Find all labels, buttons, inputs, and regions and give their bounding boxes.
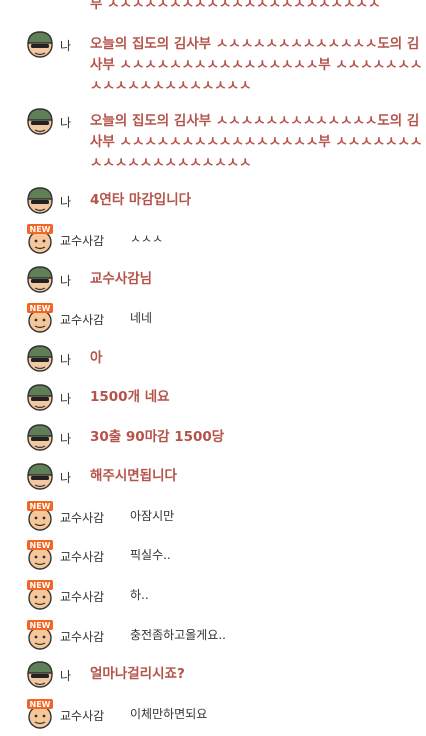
svg-text:NEW: NEW xyxy=(30,225,51,234)
message-text: 아잠시만 xyxy=(130,509,175,523)
soldier-avatar-icon xyxy=(25,422,55,452)
chat-message-other: NEW 교수사감 하.. xyxy=(0,580,426,612)
chat-message-me: 나 4연타 마감입니다 xyxy=(0,185,426,217)
sender-name: 나 xyxy=(60,274,72,288)
soldier-avatar-icon xyxy=(25,461,55,491)
message-text: 오늘의 집도의 김사부 ㅅㅅㅅㅅㅅㅅㅅㅅㅅㅅㅅㅅㅅ도의 김사부 ㅅㅅㅅㅅㅅㅅㅅㅅ… xyxy=(90,113,423,171)
message-text: 픽실수.. xyxy=(130,548,171,562)
message-text: 4연타 마감입니다 xyxy=(90,192,192,208)
sender-name: 교수사감 xyxy=(60,709,105,723)
new-user-avatar-icon: NEW xyxy=(25,620,55,650)
soldier-avatar-icon xyxy=(25,264,55,294)
new-user-avatar-icon: NEW xyxy=(25,540,55,570)
soldier-avatar-icon xyxy=(25,29,55,59)
chat-message-other: NEW 교수사감 ㅅㅅㅅ xyxy=(0,224,426,256)
soldier-avatar-icon xyxy=(25,185,55,215)
chat-message-other: NEW 교수사감 아잠시만 xyxy=(0,501,426,533)
sender-name: 나 xyxy=(60,471,72,485)
sender-name: 교수사감 xyxy=(60,313,105,327)
sender-name: 교수사감 xyxy=(60,630,105,644)
message-text: 30출 90마감 1500당 xyxy=(90,429,225,445)
message-text: 아 xyxy=(90,350,103,366)
sender-name: 교수사감 xyxy=(60,550,105,564)
soldier-avatar-icon xyxy=(25,659,55,689)
new-user-avatar-icon: NEW xyxy=(25,224,55,254)
new-user-avatar-icon: NEW xyxy=(25,699,55,729)
svg-text:NEW: NEW xyxy=(30,541,51,550)
message-text: 오늘의 집도의 김사부 ㅅㅅㅅㅅㅅㅅㅅㅅㅅㅅㅅㅅㅅ도의 김사부 ㅅㅅㅅㅅㅅㅅㅅㅅ… xyxy=(90,36,423,94)
message-text: 하.. xyxy=(130,588,149,602)
new-user-avatar-icon: NEW xyxy=(25,501,55,531)
soldier-avatar-icon xyxy=(25,343,55,373)
chat-message-me: 나 해주시면됩니다 xyxy=(0,461,426,493)
message-text: 부 ㅅㅅㅅㅅㅅㅅㅅㅅㅅㅅㅅㅅㅅㅅㅅㅅㅅㅅㅅㅅㅅㅅ xyxy=(90,0,381,12)
message-text: 해주시면됩니다 xyxy=(90,468,177,484)
sender-name: 나 xyxy=(60,392,72,406)
sender-name: 교수사감 xyxy=(60,511,105,525)
new-user-avatar-icon: NEW xyxy=(25,303,55,333)
chat-message-other: NEW 교수사감 이체만하면되요 xyxy=(0,699,426,731)
svg-text:NEW: NEW xyxy=(30,502,51,511)
message-text: 네네 xyxy=(130,311,153,325)
message-text: 얼마나걸리시죠? xyxy=(90,666,185,682)
sender-name: 나 xyxy=(60,39,72,53)
chat-log: 부 ㅅㅅㅅㅅㅅㅅㅅㅅㅅㅅㅅㅅㅅㅅㅅㅅㅅㅅㅅㅅㅅㅅ 나 오늘의 집도의 김사부 ㅅ… xyxy=(0,0,426,736)
chat-message-me: 나 아 xyxy=(0,343,426,375)
svg-text:NEW: NEW xyxy=(30,621,51,630)
chat-message-other: NEW 교수사감 네네 xyxy=(0,303,426,335)
message-text: ㅅㅅㅅ xyxy=(130,232,164,246)
new-user-avatar-icon: NEW xyxy=(25,580,55,610)
message-text: 이체만하면되요 xyxy=(130,707,208,721)
chat-message-me: 나 오늘의 집도의 김사부 ㅅㅅㅅㅅㅅㅅㅅㅅㅅㅅㅅㅅㅅ도의 김사부 ㅅㅅㅅㅅㅅㅅ… xyxy=(0,106,426,172)
message-text: 교수사감님 xyxy=(90,271,153,287)
chat-message-me: 나 오늘의 집도의 김사부 ㅅㅅㅅㅅㅅㅅㅅㅅㅅㅅㅅㅅㅅ도의 김사부 ㅅㅅㅅㅅㅅㅅ… xyxy=(0,29,426,95)
chat-message-partial: 부 ㅅㅅㅅㅅㅅㅅㅅㅅㅅㅅㅅㅅㅅㅅㅅㅅㅅㅅㅅㅅㅅㅅ xyxy=(0,0,426,12)
sender-name: 교수사감 xyxy=(60,590,105,604)
svg-text:NEW: NEW xyxy=(30,304,51,313)
sender-name: 나 xyxy=(60,353,72,367)
svg-text:NEW: NEW xyxy=(30,581,51,590)
chat-message-me: 나 얼마나걸리시죠? xyxy=(0,659,426,691)
svg-text:NEW: NEW xyxy=(30,700,51,709)
sender-name: 나 xyxy=(60,432,72,446)
chat-message-me: 나 교수사감님 xyxy=(0,264,426,296)
sender-name: 나 xyxy=(60,116,72,130)
chat-message-me: 나 1500개 네요 xyxy=(0,382,426,414)
sender-name: 나 xyxy=(60,195,72,209)
chat-message-other: NEW 교수사감 충전좀하고올게요.. xyxy=(0,620,426,652)
sender-name: 나 xyxy=(60,669,72,683)
chat-message-me: 나 30출 90마감 1500당 xyxy=(0,422,426,454)
message-text: 1500개 네요 xyxy=(90,389,170,405)
chat-message-other: NEW 교수사감 픽실수.. xyxy=(0,540,426,572)
soldier-avatar-icon xyxy=(25,382,55,412)
sender-name: 교수사감 xyxy=(60,234,105,248)
soldier-avatar-icon xyxy=(25,106,55,136)
message-text: 충전좀하고올게요.. xyxy=(130,628,226,642)
